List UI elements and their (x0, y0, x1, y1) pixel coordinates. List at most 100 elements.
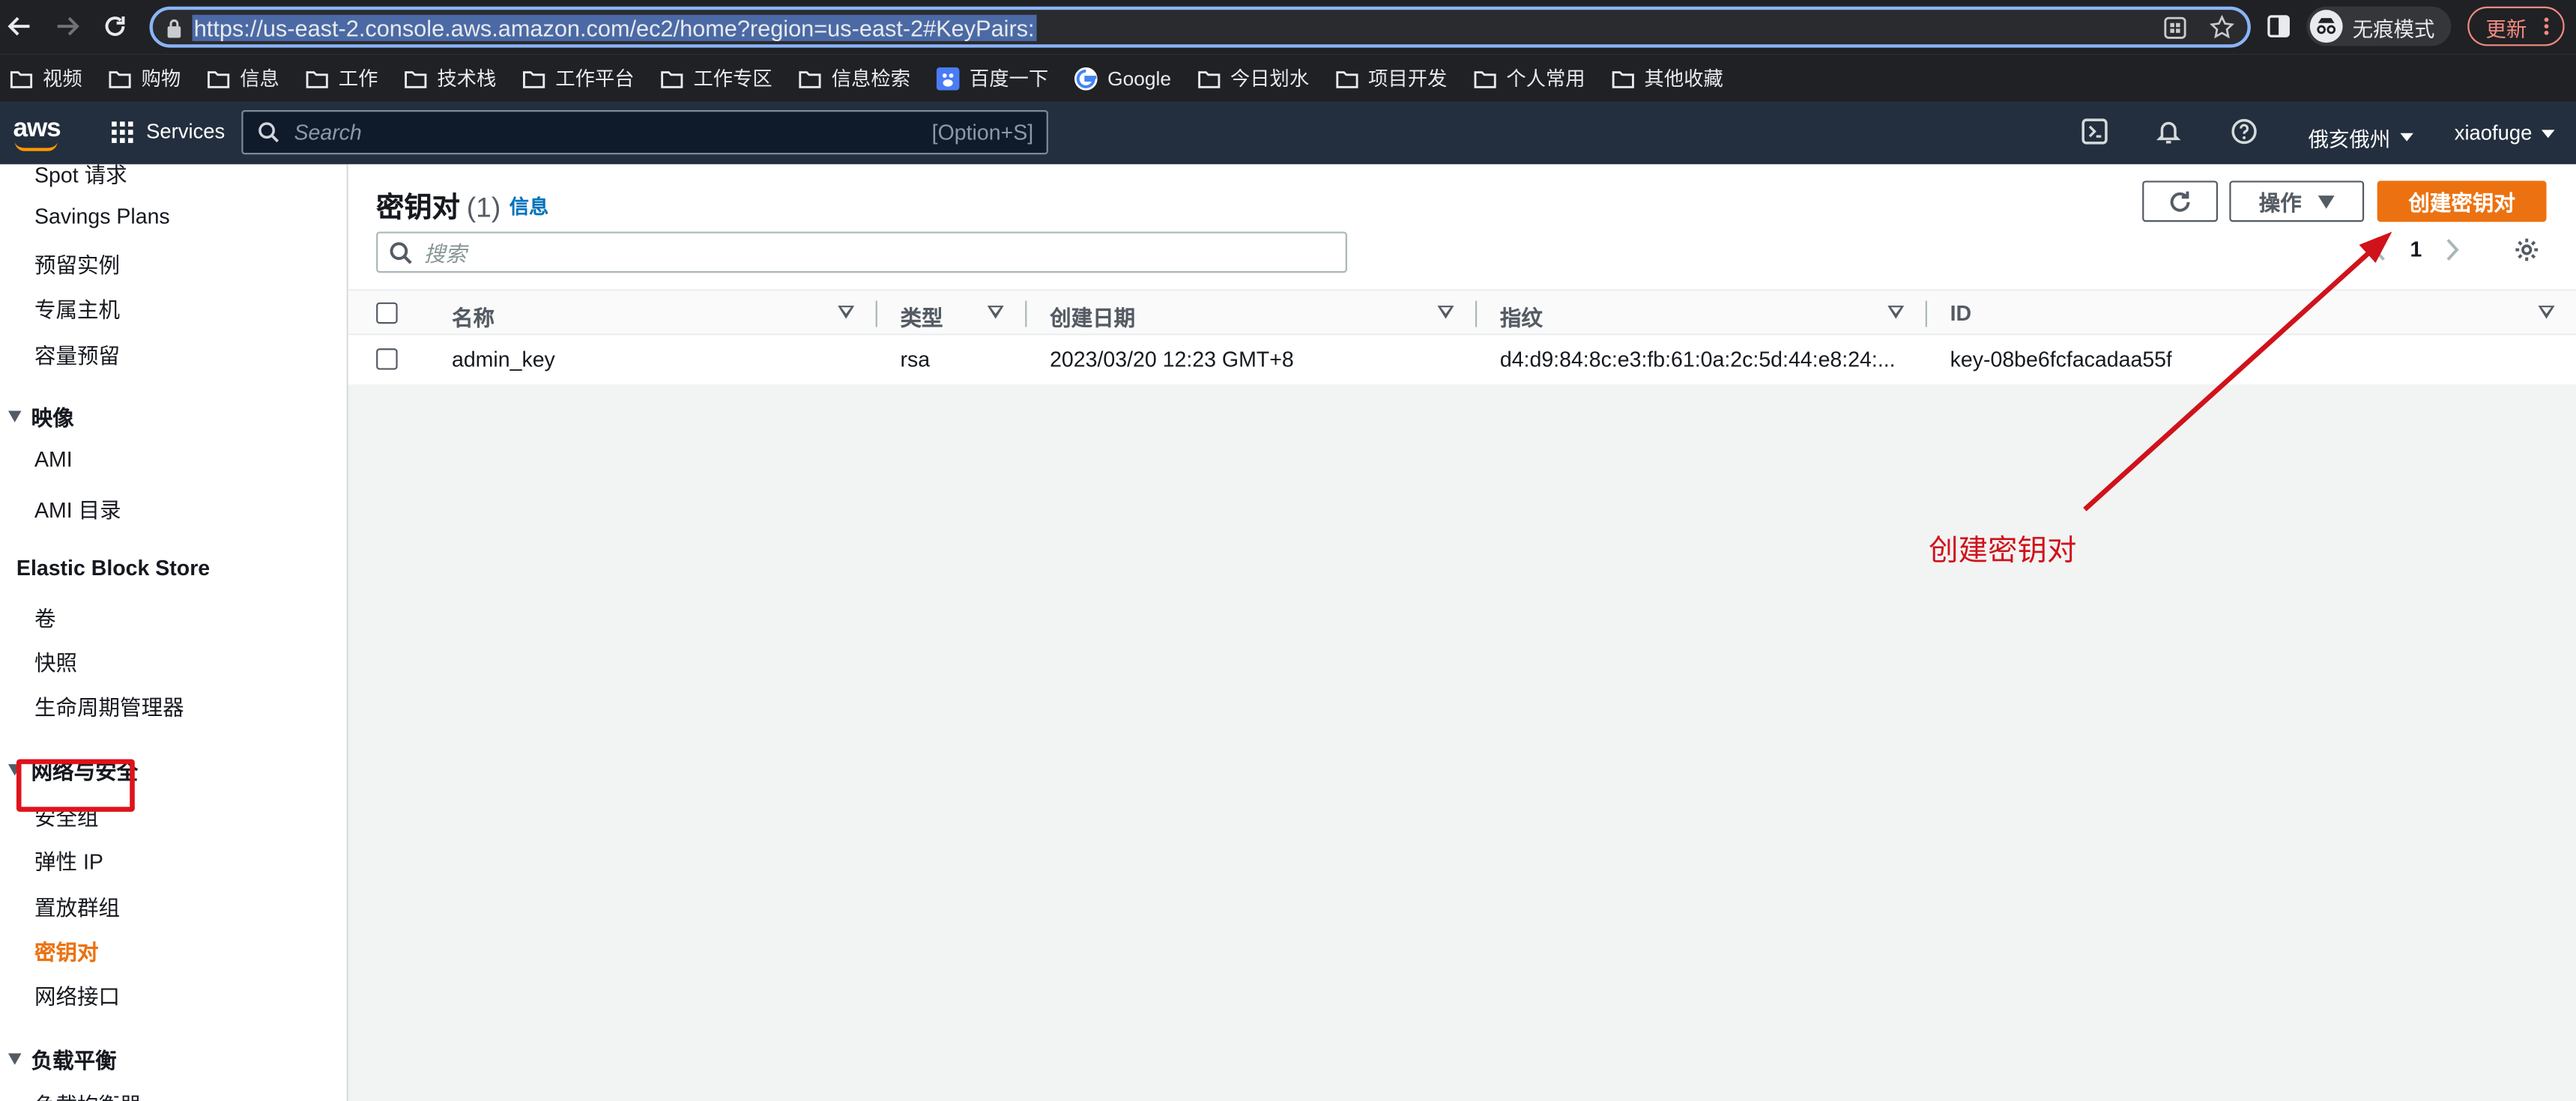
column-divider (1925, 300, 1927, 327)
sidebar-item-savings-plans[interactable]: Savings Plans (34, 204, 170, 228)
sidebar-item-ami-catalog[interactable]: AMI 目录 (34, 493, 121, 524)
chevron-left-icon[interactable] (2372, 237, 2387, 261)
sort-icon[interactable] (2538, 306, 2555, 319)
services-menu[interactable]: Services (112, 120, 225, 143)
column-header-created[interactable]: 创建日期 (1050, 301, 1135, 333)
browser-toolbar: https://us-east-2.console.aws.amazon.com… (0, 0, 2576, 55)
folder-icon (306, 68, 329, 88)
bookmark-item[interactable]: 工作平台 (522, 64, 635, 92)
collapse-caret-icon (7, 1053, 22, 1065)
page-number[interactable]: 1 (2410, 237, 2422, 261)
address-bar[interactable]: https://us-east-2.console.aws.amazon.com… (149, 6, 2251, 48)
sidebar-item-spot[interactable]: Spot 请求 (34, 164, 127, 189)
sidebar-section-images[interactable]: 映像 (7, 401, 74, 432)
bookmarks-bar: 视频 购物 信息 工作 技术栈 工作平台 工作专区 信息检索 百度一下 Google 今日划水 项目开… (0, 54, 2576, 103)
sidebar-item-snapshots[interactable]: 快照 (34, 646, 77, 677)
sidebar-item-reserved[interactable]: 预留实例 (34, 248, 120, 279)
column-header-fingerprint[interactable]: 指纹 (1500, 301, 1543, 333)
create-key-pair-button[interactable]: 创建密钥对 (2377, 181, 2547, 222)
sidebar-item-placement-groups[interactable]: 置放群组 (34, 891, 120, 922)
bookmark-item[interactable]: 工作 (306, 64, 378, 92)
forward-arrow-icon[interactable] (49, 8, 85, 44)
search-input[interactable]: Search [Option+S] (241, 109, 1048, 155)
info-link[interactable]: 信息 (510, 192, 549, 220)
sidebar-item-volumes[interactable]: 卷 (34, 601, 56, 633)
cloudshell-icon[interactable] (2081, 118, 2108, 145)
folder-icon (1473, 68, 1496, 88)
select-all-checkbox[interactable] (376, 302, 398, 324)
sort-icon[interactable] (987, 306, 1004, 319)
bookmark-item[interactable]: 信息 (207, 64, 279, 92)
incognito-icon (2309, 10, 2343, 43)
bookmark-item[interactable]: 其他收藏 (1612, 64, 1723, 92)
column-header-id[interactable]: ID (1950, 301, 1972, 326)
section-label: 负载平衡 (31, 1048, 117, 1073)
bookmark-label: 视频 (43, 67, 82, 91)
side-panel-icon[interactable] (2267, 15, 2291, 38)
reload-icon[interactable] (97, 8, 133, 44)
sidebar-item-ami[interactable]: AMI (34, 447, 73, 472)
table-row[interactable]: admin_key rsa 2023/03/20 12:23 GMT+8 d4:… (348, 335, 2576, 385)
bookmark-item[interactable]: 购物 (109, 64, 181, 92)
sidebar-section-load-balancing[interactable]: 负载平衡 (7, 1043, 117, 1075)
item-count: (1) (466, 192, 501, 224)
bookmark-item[interactable]: 个人常用 (1473, 64, 1585, 92)
gear-icon[interactable] (2514, 237, 2540, 263)
sidebar-item-load-balancers[interactable]: 负载均衡器 (34, 1088, 142, 1101)
sidebar-item-network-interfaces[interactable]: 网络接口 (34, 980, 120, 1011)
actions-label: 操作 (2258, 190, 2302, 216)
incognito-badge[interactable]: 无痕模式 (2306, 6, 2452, 46)
bookmark-item[interactable]: 视频 (10, 64, 82, 92)
region-menu[interactable]: 俄亥俄州 (2309, 121, 2413, 153)
column-divider (875, 300, 877, 327)
bookmark-item[interactable]: 今日划水 (1197, 64, 1309, 92)
bookmark-item[interactable]: 百度一下 (937, 64, 1048, 92)
chevron-right-icon[interactable] (2445, 237, 2460, 261)
column-header-type[interactable]: 类型 (901, 301, 943, 333)
help-icon[interactable] (2231, 118, 2258, 145)
caret-down-icon (2400, 133, 2413, 142)
refresh-button[interactable] (2142, 181, 2219, 222)
key-pairs-panel: 密钥对 (1) 信息 操作 创建密钥对 搜索 1 名称 类型 创建日期 指纹 I… (348, 164, 2576, 385)
actions-button[interactable]: 操作 (2229, 181, 2365, 222)
main-content: 密钥对 (1) 信息 操作 创建密钥对 搜索 1 名称 类型 创建日期 指纹 I… (348, 164, 2576, 1101)
bookmark-label: 其他收藏 (1644, 67, 1723, 91)
aws-smile-icon (14, 142, 58, 151)
sort-icon[interactable] (1437, 306, 1454, 319)
install-app-icon[interactable] (2164, 16, 2187, 39)
url-text: https://us-east-2.console.aws.amazon.com… (192, 13, 1036, 40)
sidebar-item-key-pairs[interactable]: 密钥对 (34, 935, 99, 966)
search-icon (258, 121, 279, 143)
bookmark-item[interactable]: 工作专区 (661, 64, 773, 92)
bookmark-label: 信息 (240, 67, 279, 91)
folder-icon (1335, 68, 1358, 88)
folder-icon (207, 68, 230, 88)
sidebar-item-dedicated-hosts[interactable]: 专属主机 (34, 293, 120, 324)
row-checkbox[interactable] (376, 348, 398, 370)
cell-type: rsa (900, 346, 931, 371)
account-label: xiaofuge (2454, 121, 2533, 145)
sidebar-item-elastic-ip[interactable]: 弹性 IP (34, 845, 103, 876)
sort-icon[interactable] (838, 306, 855, 319)
bookmark-star-icon[interactable] (2210, 14, 2234, 40)
bookmark-item[interactable]: 技术栈 (405, 64, 496, 92)
update-button[interactable]: 更新 (2467, 6, 2565, 46)
bookmark-item[interactable]: Google (1074, 66, 1171, 90)
account-menu[interactable]: xiaofuge (2454, 121, 2556, 145)
bell-icon[interactable] (2156, 118, 2182, 145)
sidebar-section-ebs[interactable]: Elastic Block Store (8, 556, 210, 580)
sidebar-item-lifecycle[interactable]: 生命周期管理器 (34, 690, 184, 721)
bookmark-item[interactable]: 项目开发 (1335, 64, 1447, 92)
aws-logo[interactable]: aws (13, 115, 61, 145)
baidu-icon (937, 66, 960, 90)
sidebar-item-capacity[interactable]: 容量预留 (34, 339, 120, 370)
create-key-pair-label: 创建密钥对 (2408, 190, 2515, 216)
sort-icon[interactable] (1887, 306, 1905, 319)
section-label: 映像 (31, 405, 74, 431)
bookmark-item[interactable]: 信息检索 (799, 64, 910, 92)
column-header-name[interactable]: 名称 (452, 301, 495, 333)
back-arrow-icon[interactable] (1, 8, 37, 44)
filter-input[interactable]: 搜索 (376, 231, 1347, 273)
lock-icon (166, 17, 182, 37)
aws-header: aws Services Search [Option+S] 俄亥俄州 xiao… (0, 102, 2576, 165)
